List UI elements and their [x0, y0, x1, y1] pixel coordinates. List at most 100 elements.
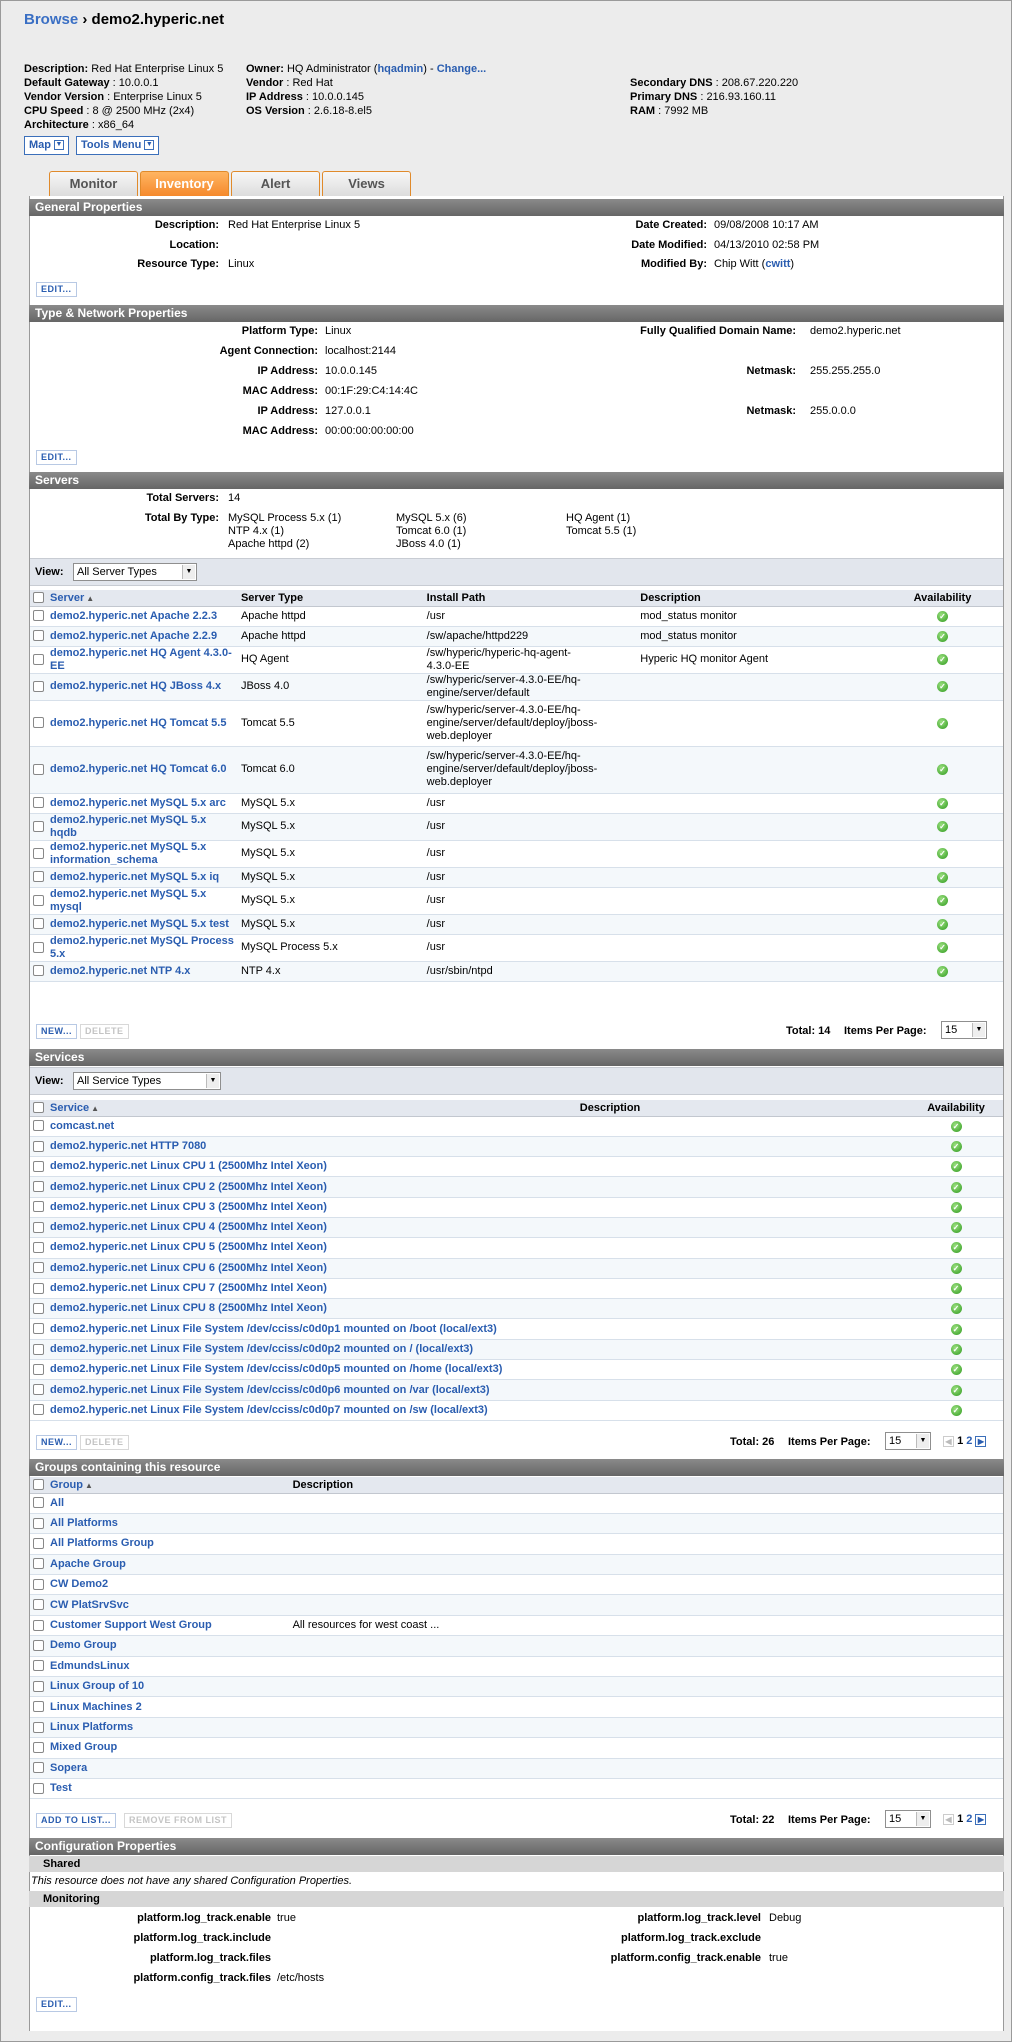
- row-checkbox[interactable]: [33, 1517, 44, 1529]
- row-checkbox[interactable]: [33, 1282, 44, 1294]
- row-checkbox[interactable]: [33, 965, 44, 977]
- server-items-per-page-select[interactable]: 15 ▼: [941, 1021, 987, 1039]
- service-name-link[interactable]: comcast.net: [50, 1120, 114, 1132]
- config-edit-button[interactable]: EDIT...: [36, 1997, 77, 2012]
- row-checkbox[interactable]: [33, 1782, 44, 1794]
- service-name-link[interactable]: demo2.hyperic.net HTTP 7080: [50, 1140, 206, 1152]
- row-checkbox[interactable]: [33, 1140, 44, 1152]
- service-page-2-link[interactable]: 2: [966, 1435, 972, 1447]
- server-name-link[interactable]: demo2.hyperic.net Apache 2.2.3: [50, 610, 217, 622]
- sort-group-link[interactable]: Group: [50, 1479, 83, 1491]
- row-checkbox[interactable]: [33, 1363, 44, 1375]
- row-checkbox[interactable]: [33, 1201, 44, 1213]
- service-name-link[interactable]: demo2.hyperic.net Linux CPU 6 (2500Mhz I…: [50, 1262, 327, 1274]
- group-name-link[interactable]: CW Demo2: [50, 1578, 108, 1590]
- select-all-checkbox[interactable]: [33, 1479, 44, 1491]
- row-checkbox[interactable]: [33, 1343, 44, 1355]
- group-name-link[interactable]: All Platforms: [50, 1517, 118, 1529]
- service-name-link[interactable]: demo2.hyperic.net Linux File System /dev…: [50, 1384, 490, 1396]
- server-name-link[interactable]: demo2.hyperic.net MySQL Process 5.x: [50, 935, 234, 960]
- service-name-link[interactable]: demo2.hyperic.net Linux CPU 3 (2500Mhz I…: [50, 1201, 327, 1213]
- service-name-link[interactable]: demo2.hyperic.net Linux File System /dev…: [50, 1323, 497, 1335]
- breadcrumb-browse-link[interactable]: Browse: [24, 11, 78, 28]
- add-to-list-button[interactable]: ADD TO LIST...: [36, 1813, 116, 1828]
- service-name-link[interactable]: demo2.hyperic.net Linux CPU 8 (2500Mhz I…: [50, 1302, 327, 1314]
- tab-views[interactable]: Views: [322, 171, 411, 196]
- group-items-per-page-select[interactable]: 15 ▼: [885, 1810, 931, 1828]
- tools-menu-button[interactable]: Tools Menu ▼: [76, 136, 160, 155]
- row-checkbox[interactable]: [33, 630, 44, 642]
- group-name-link[interactable]: Linux Platforms: [50, 1721, 133, 1733]
- service-name-link[interactable]: demo2.hyperic.net Linux File System /dev…: [50, 1363, 502, 1375]
- row-checkbox[interactable]: [33, 1558, 44, 1570]
- group-page-2-link[interactable]: 2: [966, 1813, 972, 1825]
- server-name-link[interactable]: demo2.hyperic.net MySQL 5.x arc: [50, 797, 226, 809]
- row-checkbox[interactable]: [33, 1404, 44, 1416]
- server-name-link[interactable]: demo2.hyperic.net MySQL 5.x test: [50, 918, 229, 930]
- row-checkbox[interactable]: [33, 1323, 44, 1335]
- owner-link[interactable]: hqadmin: [377, 63, 423, 75]
- server-name-link[interactable]: demo2.hyperic.net HQ Tomcat 5.5: [50, 717, 226, 729]
- row-checkbox[interactable]: [33, 918, 44, 930]
- server-new-button[interactable]: NEW...: [36, 1024, 78, 1039]
- row-checkbox[interactable]: [33, 1538, 44, 1550]
- modified-by-link[interactable]: cwitt: [765, 258, 790, 270]
- server-type-select[interactable]: All Server Types ▼: [73, 563, 197, 581]
- service-name-link[interactable]: demo2.hyperic.net Linux CPU 7 (2500Mhz I…: [50, 1282, 327, 1294]
- service-name-link[interactable]: demo2.hyperic.net Linux CPU 5 (2500Mhz I…: [50, 1241, 327, 1253]
- group-name-link[interactable]: CW PlatSrvSvc: [50, 1599, 129, 1611]
- network-edit-button[interactable]: EDIT...: [36, 450, 77, 465]
- row-checkbox[interactable]: [33, 1221, 44, 1233]
- group-name-link[interactable]: Test: [50, 1782, 72, 1794]
- group-column-header[interactable]: Group ▲: [47, 1477, 290, 1494]
- server-name-link[interactable]: demo2.hyperic.net Apache 2.2.9: [50, 630, 217, 642]
- group-name-link[interactable]: Sopera: [50, 1762, 87, 1774]
- row-checkbox[interactable]: [33, 1578, 44, 1590]
- service-name-link[interactable]: demo2.hyperic.net Linux File System /dev…: [50, 1404, 488, 1416]
- group-name-link[interactable]: All: [50, 1497, 64, 1509]
- server-column-header[interactable]: Server ▲: [47, 590, 238, 607]
- row-checkbox[interactable]: [33, 1302, 44, 1314]
- group-name-link[interactable]: EdmundsLinux: [50, 1660, 129, 1672]
- server-name-link[interactable]: demo2.hyperic.net MySQL 5.x mysql: [50, 888, 206, 913]
- group-name-link[interactable]: Linux Machines 2: [50, 1701, 142, 1713]
- select-all-checkbox[interactable]: [33, 592, 44, 604]
- row-checkbox[interactable]: [33, 680, 44, 692]
- row-checkbox[interactable]: [33, 797, 44, 809]
- row-checkbox[interactable]: [33, 1181, 44, 1193]
- row-checkbox[interactable]: [33, 1619, 44, 1631]
- map-button[interactable]: Map ▼: [24, 136, 69, 155]
- sort-service-link[interactable]: Service: [50, 1102, 89, 1114]
- row-checkbox[interactable]: [33, 610, 44, 622]
- row-checkbox[interactable]: [33, 1762, 44, 1774]
- service-name-link[interactable]: demo2.hyperic.net Linux CPU 2 (2500Mhz I…: [50, 1181, 327, 1193]
- server-name-link[interactable]: demo2.hyperic.net MySQL 5.x iq: [50, 871, 219, 883]
- next-page-icon[interactable]: ▶: [975, 1813, 987, 1825]
- change-owner-link[interactable]: Change...: [437, 63, 487, 75]
- group-name-link[interactable]: All Platforms Group: [50, 1537, 154, 1549]
- group-name-link[interactable]: Customer Support West Group: [50, 1619, 212, 1631]
- server-name-link[interactable]: demo2.hyperic.net NTP 4.x: [50, 965, 190, 977]
- group-name-link[interactable]: Demo Group: [50, 1639, 117, 1651]
- row-checkbox[interactable]: [33, 1701, 44, 1713]
- row-checkbox[interactable]: [33, 1741, 44, 1753]
- row-checkbox[interactable]: [33, 1160, 44, 1172]
- service-column-header[interactable]: Service ▲: [47, 1100, 577, 1117]
- row-checkbox[interactable]: [33, 1640, 44, 1652]
- row-checkbox[interactable]: [33, 1599, 44, 1611]
- server-name-link[interactable]: demo2.hyperic.net HQ Agent 4.3.0-EE: [50, 647, 232, 672]
- sort-server-link[interactable]: Server: [50, 592, 84, 604]
- row-checkbox[interactable]: [33, 871, 44, 883]
- row-checkbox[interactable]: [33, 1120, 44, 1132]
- server-name-link[interactable]: demo2.hyperic.net MySQL 5.x information_…: [50, 841, 206, 866]
- row-checkbox[interactable]: [33, 1262, 44, 1274]
- service-new-button[interactable]: NEW...: [36, 1435, 78, 1450]
- server-name-link[interactable]: demo2.hyperic.net HQ Tomcat 6.0: [50, 763, 226, 775]
- next-page-icon[interactable]: ▶: [975, 1435, 987, 1447]
- tab-alert[interactable]: Alert: [231, 171, 320, 196]
- row-checkbox[interactable]: [33, 1660, 44, 1672]
- server-name-link[interactable]: demo2.hyperic.net HQ JBoss 4.x: [50, 680, 221, 692]
- row-checkbox[interactable]: [33, 1680, 44, 1692]
- row-checkbox[interactable]: [33, 763, 44, 775]
- row-checkbox[interactable]: [33, 653, 44, 665]
